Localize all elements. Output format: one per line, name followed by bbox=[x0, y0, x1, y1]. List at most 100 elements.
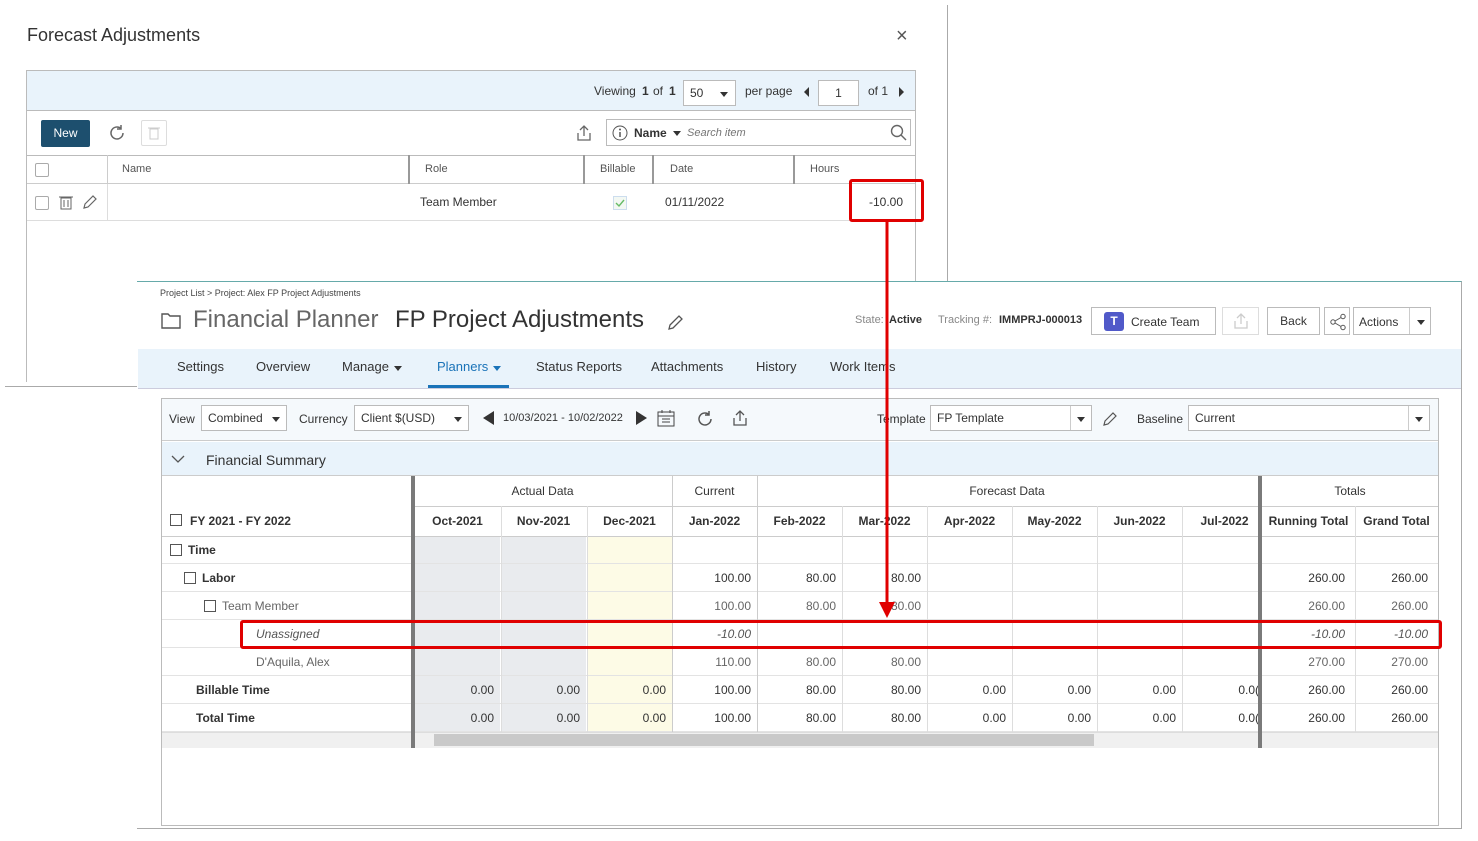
cell-value: 100.00 bbox=[714, 571, 751, 585]
teams-icon: T bbox=[1104, 312, 1124, 331]
cell-value: 0.0( bbox=[1238, 683, 1259, 697]
column-divider bbox=[587, 506, 588, 732]
column-role[interactable]: Role bbox=[425, 155, 448, 184]
cell-value: 80.00 bbox=[890, 683, 921, 697]
chevron-down-icon[interactable] bbox=[673, 131, 681, 136]
column-divider bbox=[672, 476, 673, 732]
frozen-separator bbox=[411, 476, 415, 748]
row-divider bbox=[162, 675, 1438, 676]
new-button[interactable]: New bbox=[41, 120, 90, 147]
prev-page-icon[interactable] bbox=[804, 87, 809, 97]
share-button[interactable] bbox=[1324, 307, 1350, 335]
collapse-icon[interactable] bbox=[170, 514, 182, 526]
search-field-select[interactable]: Name bbox=[634, 126, 667, 140]
cell-value: 0.00 bbox=[470, 711, 494, 725]
template-select[interactable]: FP Template bbox=[930, 405, 1092, 431]
column-divider bbox=[842, 506, 843, 732]
next-page-icon[interactable] bbox=[899, 87, 904, 97]
hours-highlight bbox=[849, 179, 924, 222]
chevron-down-icon bbox=[454, 417, 462, 422]
info-icon bbox=[612, 125, 628, 141]
select-all-checkbox[interactable] bbox=[35, 163, 49, 177]
page-input[interactable]: 1 bbox=[818, 80, 859, 106]
baseline-select[interactable]: Current bbox=[1188, 405, 1430, 431]
pencil-icon[interactable] bbox=[666, 312, 686, 332]
export-icon[interactable] bbox=[575, 124, 593, 142]
column-name[interactable]: Name bbox=[122, 155, 151, 184]
calendar-icon[interactable] bbox=[657, 409, 675, 427]
cell-value: 0.00 bbox=[556, 683, 580, 697]
view-select[interactable]: Combined bbox=[201, 405, 287, 431]
chevron-down-icon bbox=[1077, 417, 1085, 422]
per-page-label: per page bbox=[745, 84, 793, 98]
row-divider bbox=[162, 563, 1438, 564]
cell-value: 100.00 bbox=[714, 599, 751, 613]
row-checkbox[interactable] bbox=[35, 196, 49, 210]
chevron-down-icon bbox=[1417, 320, 1425, 325]
group-forecast-data: Forecast Data bbox=[969, 484, 1045, 498]
next-period-icon[interactable] bbox=[636, 411, 647, 425]
refresh-icon[interactable] bbox=[695, 409, 715, 429]
tab-status-reports[interactable]: Status Reports bbox=[536, 359, 622, 374]
currency-select[interactable]: Client $(USD) bbox=[354, 405, 469, 431]
financial-summary-header[interactable]: Financial Summary bbox=[162, 442, 1438, 476]
collapse-icon[interactable] bbox=[184, 572, 196, 584]
tab-history[interactable]: History bbox=[756, 359, 796, 374]
export-icon bbox=[1234, 313, 1248, 329]
actions-menu[interactable]: Actions bbox=[1353, 307, 1431, 335]
cell-value: 80.00 bbox=[805, 599, 836, 613]
month-header: May-2022 bbox=[1027, 514, 1082, 528]
trash-icon[interactable] bbox=[57, 193, 75, 211]
pencil-icon[interactable] bbox=[81, 193, 99, 211]
column-date[interactable]: Date bbox=[670, 155, 693, 184]
cell-value: 100.00 bbox=[714, 683, 751, 697]
chevron-down-icon[interactable] bbox=[493, 366, 501, 371]
viewing-label: Viewing bbox=[594, 84, 636, 98]
tab-manage[interactable]: Manage bbox=[342, 359, 389, 374]
tab-planners[interactable]: Planners bbox=[437, 359, 488, 374]
row-date: 01/11/2022 bbox=[665, 195, 725, 209]
pencil-icon[interactable] bbox=[1101, 410, 1119, 428]
chevron-down-icon[interactable] bbox=[394, 366, 402, 371]
refresh-icon[interactable] bbox=[107, 123, 127, 143]
breadcrumb[interactable]: Project List > Project: Alex FP Project … bbox=[160, 288, 361, 298]
export-button[interactable] bbox=[1222, 307, 1259, 335]
tab-attachments[interactable]: Attachments bbox=[651, 359, 723, 374]
month-header: Oct-2021 bbox=[432, 514, 483, 528]
cell-value: 0.00 bbox=[556, 711, 580, 725]
create-team-button[interactable]: T Create Team bbox=[1091, 307, 1216, 335]
chevron-down-icon bbox=[1415, 417, 1423, 422]
column-billable[interactable]: Billable bbox=[600, 155, 635, 184]
check-icon bbox=[615, 199, 625, 208]
billable-checkbox[interactable] bbox=[613, 196, 627, 210]
currency-value: Client $(USD) bbox=[361, 411, 436, 425]
arrow-connector bbox=[879, 220, 895, 618]
total-value: 260.00 bbox=[1308, 571, 1345, 585]
viewing-of: of bbox=[653, 84, 664, 98]
create-team-label: Create Team bbox=[1131, 315, 1200, 329]
back-button[interactable]: Back bbox=[1267, 307, 1320, 335]
row-label: Labor bbox=[202, 571, 236, 585]
column-hours[interactable]: Hours bbox=[810, 155, 839, 184]
prev-period-icon[interactable] bbox=[483, 411, 494, 425]
tab-settings[interactable]: Settings bbox=[177, 359, 224, 374]
cell-value: 0.00 bbox=[1067, 711, 1091, 725]
tab-overview[interactable]: Overview bbox=[256, 359, 310, 374]
delete-button[interactable] bbox=[141, 120, 167, 146]
export-icon[interactable] bbox=[731, 409, 749, 427]
collapse-icon[interactable] bbox=[170, 544, 182, 556]
row-label: Team Member bbox=[222, 599, 299, 613]
of-pages: of 1 bbox=[868, 84, 889, 98]
collapse-icon[interactable] bbox=[204, 600, 216, 612]
baseline-label: Baseline bbox=[1137, 412, 1184, 426]
column-divider bbox=[1355, 506, 1356, 732]
close-icon[interactable]: × bbox=[896, 26, 908, 46]
folder-icon bbox=[161, 313, 181, 329]
scrollbar-thumb[interactable] bbox=[434, 734, 1094, 746]
search-input[interactable] bbox=[687, 123, 877, 142]
dialog-title: Forecast Adjustments bbox=[27, 25, 201, 45]
table-row: Team Member 01/11/2022 -10.00 bbox=[27, 184, 915, 221]
per-page-select[interactable]: 50 bbox=[683, 80, 736, 106]
search-box: Name bbox=[606, 119, 911, 146]
search-icon[interactable] bbox=[890, 124, 908, 142]
